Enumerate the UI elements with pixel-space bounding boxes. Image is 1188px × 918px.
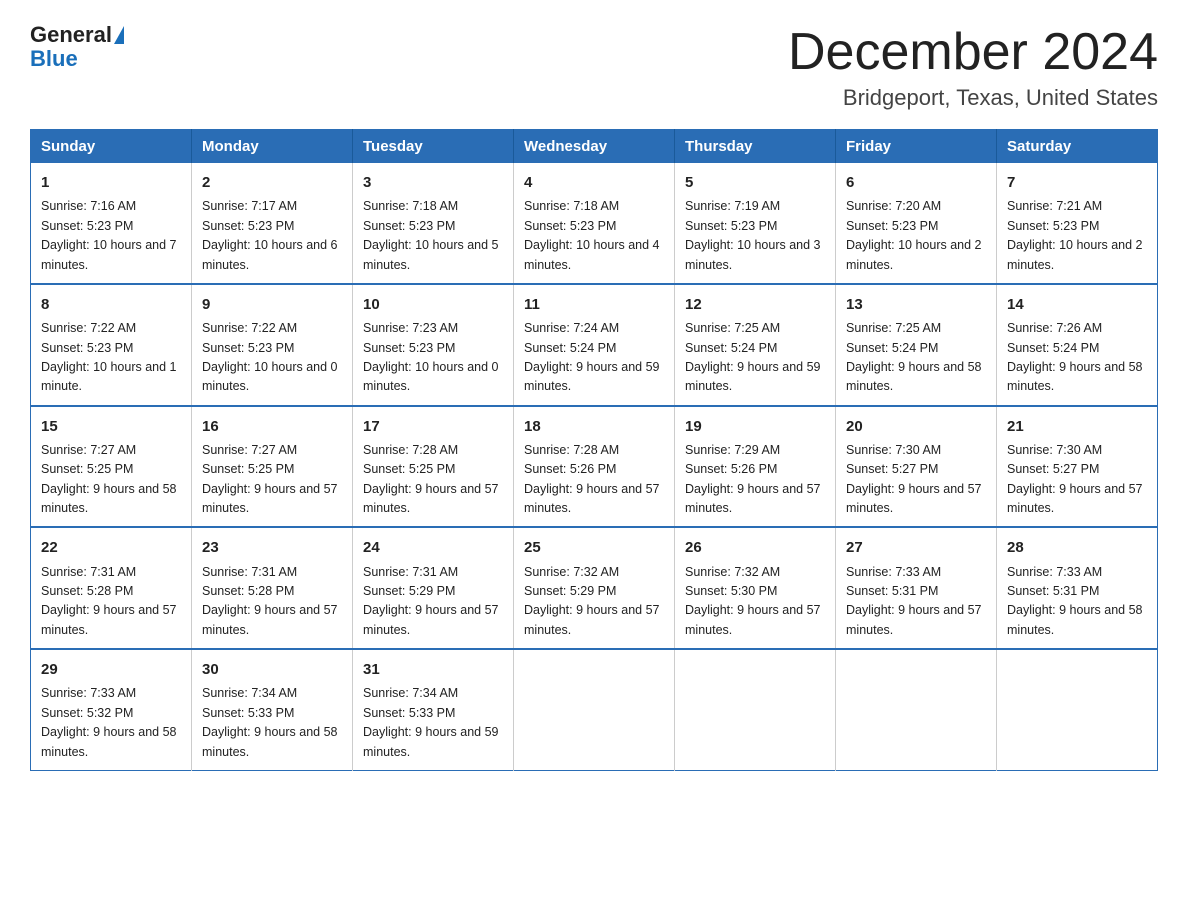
calendar-cell: 23Sunrise: 7:31 AMSunset: 5:28 PMDayligh… [192, 527, 353, 649]
calendar-cell: 11Sunrise: 7:24 AMSunset: 5:24 PMDayligh… [514, 284, 675, 406]
calendar-cell: 15Sunrise: 7:27 AMSunset: 5:25 PMDayligh… [31, 406, 192, 528]
calendar-cell: 4Sunrise: 7:18 AMSunset: 5:23 PMDaylight… [514, 163, 675, 284]
calendar-cell: 24Sunrise: 7:31 AMSunset: 5:29 PMDayligh… [353, 527, 514, 649]
calendar-week-row: 15Sunrise: 7:27 AMSunset: 5:25 PMDayligh… [31, 406, 1158, 528]
calendar-week-row: 1Sunrise: 7:16 AMSunset: 5:23 PMDaylight… [31, 163, 1158, 284]
day-number: 14 [1007, 293, 1147, 316]
logo-blue-text: Blue [30, 46, 78, 72]
calendar-cell: 20Sunrise: 7:30 AMSunset: 5:27 PMDayligh… [836, 406, 997, 528]
day-number: 11 [524, 293, 664, 316]
location-title: Bridgeport, Texas, United States [788, 85, 1158, 111]
calendar-cell: 25Sunrise: 7:32 AMSunset: 5:29 PMDayligh… [514, 527, 675, 649]
calendar-cell: 7Sunrise: 7:21 AMSunset: 5:23 PMDaylight… [997, 163, 1158, 284]
calendar-cell: 13Sunrise: 7:25 AMSunset: 5:24 PMDayligh… [836, 284, 997, 406]
calendar-cell: 2Sunrise: 7:17 AMSunset: 5:23 PMDaylight… [192, 163, 353, 284]
logo-triangle-icon [114, 26, 124, 44]
day-number: 25 [524, 536, 664, 559]
calendar-cell: 21Sunrise: 7:30 AMSunset: 5:27 PMDayligh… [997, 406, 1158, 528]
weekday-header-wednesday: Wednesday [514, 130, 675, 164]
calendar-cell: 26Sunrise: 7:32 AMSunset: 5:30 PMDayligh… [675, 527, 836, 649]
day-number: 7 [1007, 171, 1147, 194]
calendar-cell [836, 649, 997, 770]
day-number: 23 [202, 536, 342, 559]
calendar-cell: 3Sunrise: 7:18 AMSunset: 5:23 PMDaylight… [353, 163, 514, 284]
day-number: 12 [685, 293, 825, 316]
calendar-cell: 8Sunrise: 7:22 AMSunset: 5:23 PMDaylight… [31, 284, 192, 406]
calendar-table: SundayMondayTuesdayWednesdayThursdayFrid… [30, 129, 1158, 771]
day-number: 16 [202, 415, 342, 438]
calendar-cell: 16Sunrise: 7:27 AMSunset: 5:25 PMDayligh… [192, 406, 353, 528]
calendar-cell: 9Sunrise: 7:22 AMSunset: 5:23 PMDaylight… [192, 284, 353, 406]
day-number: 20 [846, 415, 986, 438]
day-number: 19 [685, 415, 825, 438]
calendar-cell: 31Sunrise: 7:34 AMSunset: 5:33 PMDayligh… [353, 649, 514, 770]
calendar-week-row: 29Sunrise: 7:33 AMSunset: 5:32 PMDayligh… [31, 649, 1158, 770]
calendar-cell: 10Sunrise: 7:23 AMSunset: 5:23 PMDayligh… [353, 284, 514, 406]
month-title: December 2024 [788, 24, 1158, 81]
logo: General Blue [30, 24, 124, 72]
page-header: General Blue December 2024 Bridgeport, T… [30, 24, 1158, 111]
title-area: December 2024 Bridgeport, Texas, United … [788, 24, 1158, 111]
calendar-cell: 6Sunrise: 7:20 AMSunset: 5:23 PMDaylight… [836, 163, 997, 284]
day-number: 22 [41, 536, 181, 559]
day-number: 9 [202, 293, 342, 316]
calendar-cell: 28Sunrise: 7:33 AMSunset: 5:31 PMDayligh… [997, 527, 1158, 649]
day-number: 31 [363, 658, 503, 681]
calendar-cell: 1Sunrise: 7:16 AMSunset: 5:23 PMDaylight… [31, 163, 192, 284]
day-number: 30 [202, 658, 342, 681]
day-number: 28 [1007, 536, 1147, 559]
weekday-header-tuesday: Tuesday [353, 130, 514, 164]
day-number: 27 [846, 536, 986, 559]
calendar-cell: 19Sunrise: 7:29 AMSunset: 5:26 PMDayligh… [675, 406, 836, 528]
day-number: 6 [846, 171, 986, 194]
calendar-cell: 5Sunrise: 7:19 AMSunset: 5:23 PMDaylight… [675, 163, 836, 284]
calendar-cell: 12Sunrise: 7:25 AMSunset: 5:24 PMDayligh… [675, 284, 836, 406]
calendar-cell: 30Sunrise: 7:34 AMSunset: 5:33 PMDayligh… [192, 649, 353, 770]
day-number: 3 [363, 171, 503, 194]
weekday-header-monday: Monday [192, 130, 353, 164]
weekday-header-thursday: Thursday [675, 130, 836, 164]
calendar-cell: 14Sunrise: 7:26 AMSunset: 5:24 PMDayligh… [997, 284, 1158, 406]
day-number: 21 [1007, 415, 1147, 438]
calendar-cell: 17Sunrise: 7:28 AMSunset: 5:25 PMDayligh… [353, 406, 514, 528]
day-number: 2 [202, 171, 342, 194]
logo-general-text: General [30, 24, 112, 46]
calendar-cell [675, 649, 836, 770]
day-number: 24 [363, 536, 503, 559]
day-number: 29 [41, 658, 181, 681]
calendar-cell: 18Sunrise: 7:28 AMSunset: 5:26 PMDayligh… [514, 406, 675, 528]
calendar-cell: 29Sunrise: 7:33 AMSunset: 5:32 PMDayligh… [31, 649, 192, 770]
day-number: 26 [685, 536, 825, 559]
logo-text: General [30, 24, 124, 46]
day-number: 18 [524, 415, 664, 438]
day-number: 5 [685, 171, 825, 194]
calendar-cell: 22Sunrise: 7:31 AMSunset: 5:28 PMDayligh… [31, 527, 192, 649]
day-number: 8 [41, 293, 181, 316]
day-number: 17 [363, 415, 503, 438]
day-number: 1 [41, 171, 181, 194]
day-number: 4 [524, 171, 664, 194]
weekday-header-sunday: Sunday [31, 130, 192, 164]
calendar-week-row: 22Sunrise: 7:31 AMSunset: 5:28 PMDayligh… [31, 527, 1158, 649]
day-number: 13 [846, 293, 986, 316]
day-number: 10 [363, 293, 503, 316]
calendar-week-row: 8Sunrise: 7:22 AMSunset: 5:23 PMDaylight… [31, 284, 1158, 406]
calendar-cell [514, 649, 675, 770]
calendar-cell: 27Sunrise: 7:33 AMSunset: 5:31 PMDayligh… [836, 527, 997, 649]
weekday-header-row: SundayMondayTuesdayWednesdayThursdayFrid… [31, 130, 1158, 164]
day-number: 15 [41, 415, 181, 438]
weekday-header-friday: Friday [836, 130, 997, 164]
calendar-cell [997, 649, 1158, 770]
weekday-header-saturday: Saturday [997, 130, 1158, 164]
